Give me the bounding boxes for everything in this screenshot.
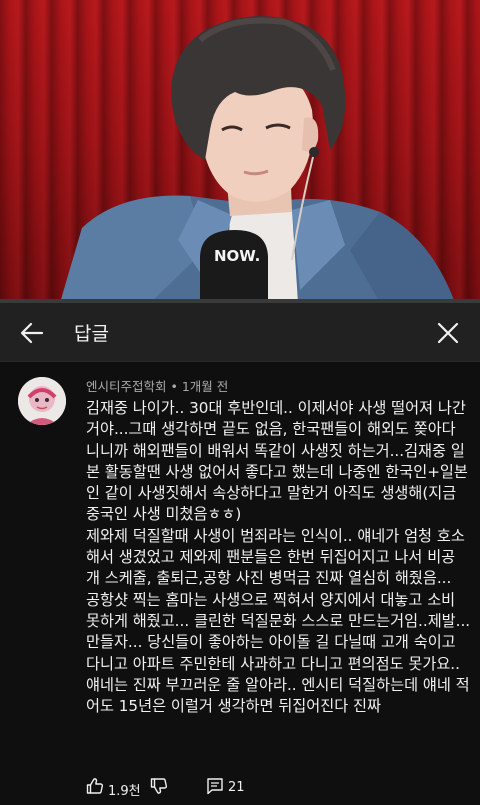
close-button[interactable] bbox=[434, 319, 462, 347]
meta-separator: • bbox=[170, 379, 178, 394]
comment-meta: 엔시티주접학회 • 1개월 전 bbox=[86, 376, 228, 395]
comment-line: 니니까 해외팬들이 배워서 똑같이 사생짓 하는거...김재중 일 bbox=[86, 441, 465, 460]
like-count: 1.9천 bbox=[108, 784, 141, 799]
reply-count: 21 bbox=[228, 780, 245, 795]
avatar[interactable] bbox=[18, 377, 66, 425]
comment-line: 개 스케줄, 출퇴근,공항 사진 병먹금 진짜 열심히 해줬음... bbox=[86, 569, 452, 588]
arrow-back-icon bbox=[20, 322, 44, 344]
video-frame-person: NOW. bbox=[60, 16, 455, 303]
comment-line: 어도 15년은 이럴거 생각하면 뒤집어진다 진짜 bbox=[86, 697, 381, 716]
comment-time: 1개월 전 bbox=[181, 379, 229, 394]
comment-icon bbox=[207, 778, 223, 795]
comment-line: 얘네는 진짜 부끄러운 줄 알아라.. 엔시티 덕질하는데 얘네 적 bbox=[86, 675, 470, 694]
comment-line: 인 같이 사생짓해서 속상하다고 말한거 아직도 생생해(지금 bbox=[86, 484, 457, 503]
comment-author[interactable]: 엔시티주접학회 bbox=[86, 379, 167, 394]
avatar-image bbox=[18, 377, 66, 425]
comment-line: 제와제 덕질할때 사생이 범죄라는 인식이.. 얘네가 엄청 호소 bbox=[86, 526, 465, 545]
like-button[interactable] bbox=[86, 777, 104, 795]
comment-text: 김재중 나이가.. 30대 후반인데.. 이제서야 사생 떨어져 나간 거야..… bbox=[86, 398, 471, 717]
reply-button[interactable] bbox=[206, 777, 224, 795]
thumbs-up-icon bbox=[86, 778, 104, 794]
comment-line: 못하게 해줬고... 클린한 덕질문화 스스로 만드는거임..제발... bbox=[86, 611, 471, 630]
comment-line: 다니고 아파트 주민한테 사과하고 다니고 편의점도 못가요.. bbox=[86, 654, 460, 673]
back-button[interactable] bbox=[18, 319, 46, 347]
comment-line: 본 활동할땐 사생 없어서 좋다고 했는데 나중엔 한국인+일본 bbox=[86, 462, 468, 481]
comment-line: 만들자... 당신들이 좋아하는 아이돌 길 다닐때 고개 숙이고 bbox=[86, 633, 456, 652]
comment-line: 거야...그때 생각하면 끝도 없음, 한국팬들이 해외도 쫒아다 bbox=[86, 420, 456, 439]
comment-line: 해서 생겼었고 제와제 팬분들은 한번 뒤집어지고 나서 비공 bbox=[86, 548, 456, 567]
mic-logo: NOW. bbox=[214, 247, 260, 265]
thumbs-down-icon bbox=[150, 778, 168, 794]
replies-header: 답글 bbox=[0, 303, 480, 362]
close-icon bbox=[437, 322, 459, 344]
comment-actions: 1.9천 21 bbox=[86, 777, 466, 803]
comment-line: 공항샷 찍는 홈마는 사생으로 찍혀서 양지에서 대놓고 소비 bbox=[86, 590, 456, 609]
dislike-button[interactable] bbox=[150, 777, 168, 795]
header-title: 답글 bbox=[74, 323, 109, 345]
comment-line: 김재중 나이가.. 30대 후반인데.. 이제서야 사생 떨어져 나간 bbox=[86, 399, 466, 417]
comment-line: 중국인 사생 미쳤음ㅎㅎ) bbox=[86, 505, 242, 524]
video-player[interactable]: NOW. bbox=[0, 0, 480, 303]
